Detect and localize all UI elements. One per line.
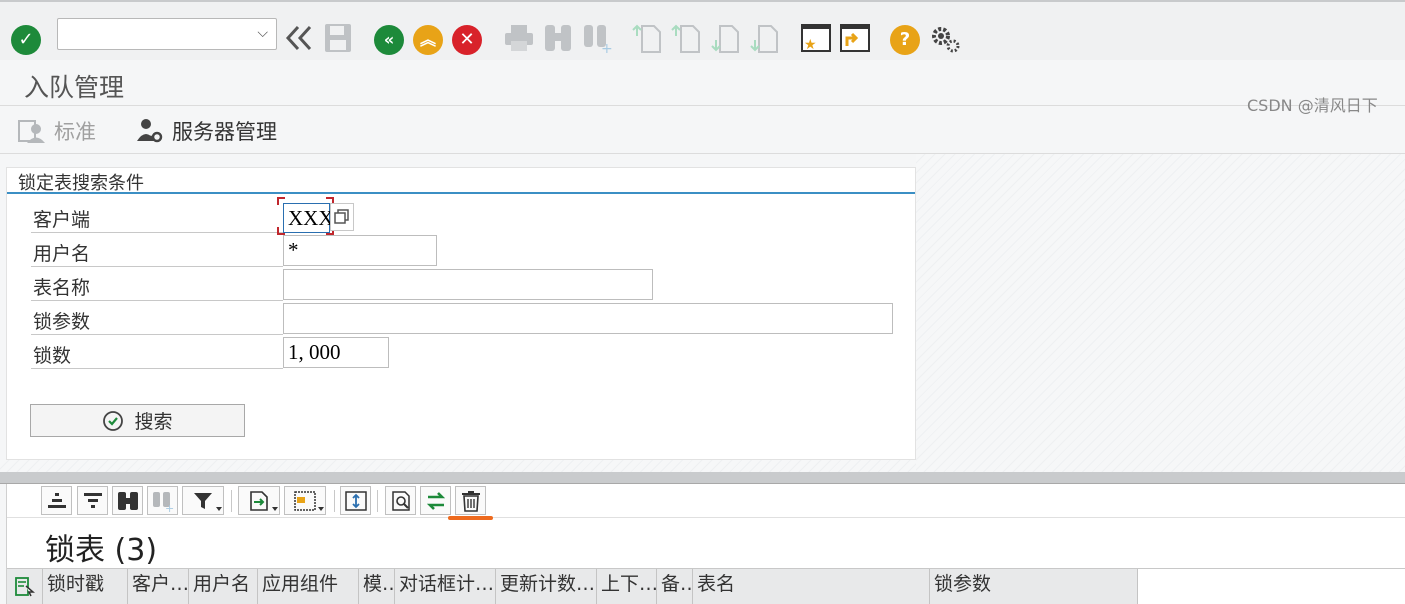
delete-highlight-underline — [448, 516, 493, 520]
standard-user-icon — [18, 118, 46, 144]
table-name-row: 表名称 — [31, 268, 283, 301]
help-icon[interactable]: ? — [890, 22, 920, 58]
column-header[interactable]: 客户… — [128, 569, 189, 604]
server-management-button[interactable]: 服务器管理 — [136, 116, 277, 146]
watermark: CSDN @清风日下 — [1247, 96, 1378, 115]
search-button-label: 搜索 — [134, 411, 173, 433]
svg-text:+: + — [165, 502, 174, 512]
multiple-selection-icon[interactable] — [330, 203, 354, 231]
export-icon[interactable] — [238, 486, 280, 515]
settings-icon[interactable] — [929, 20, 961, 56]
first-page-icon[interactable] — [632, 20, 662, 56]
table-name-label: 表名称 — [33, 277, 91, 299]
select-all-icon[interactable] — [7, 569, 43, 604]
focus-corner-tl — [277, 197, 285, 205]
delete-icon[interactable] — [455, 486, 486, 515]
save-icon[interactable] — [323, 20, 353, 56]
column-header[interactable]: 用户名 — [189, 569, 258, 604]
lock-count-input[interactable]: 1, 000 — [283, 337, 389, 368]
svg-text:★: ★ — [804, 37, 817, 53]
search-button[interactable]: 搜索 — [30, 404, 245, 437]
page-title: 入队管理 — [24, 73, 125, 102]
system-toolbar: ✓ ⌵ « ︽ ✕ + ★ ? — [0, 0, 1405, 60]
alv-toolbar: + — [7, 484, 1405, 520]
grid-header: 锁时戳 客户… 用户名 应用组件 模… 对话框计… 更新计数… 上下… 备… 表… — [7, 568, 1138, 604]
cancel-icon[interactable]: ✕ — [452, 22, 482, 58]
table-name-input[interactable] — [283, 269, 653, 300]
sort-descending-icon[interactable] — [77, 486, 108, 515]
standard-button[interactable]: 标准 — [18, 116, 96, 146]
background-pattern — [916, 154, 1405, 472]
find-icon[interactable] — [542, 20, 574, 56]
title-bar: 入队管理 — [0, 60, 1405, 106]
execute-icon — [102, 410, 124, 432]
next-page-icon[interactable] — [710, 20, 740, 56]
back-icon[interactable]: « — [374, 22, 404, 58]
layout-icon[interactable] — [284, 486, 326, 515]
column-header[interactable]: 更新计数… — [496, 569, 597, 604]
user-label: 用户名 — [33, 243, 91, 265]
shortcut-icon[interactable] — [839, 20, 871, 56]
svg-text:+: + — [601, 41, 613, 53]
column-header[interactable]: 锁参数 — [930, 569, 1138, 604]
sort-ascending-icon[interactable] — [41, 486, 72, 515]
find-next-icon[interactable]: + — [147, 486, 178, 515]
user-key-icon — [136, 117, 164, 145]
client-label: 客户端 — [33, 209, 91, 231]
column-header[interactable]: 对话框计… — [395, 569, 496, 604]
prev-page-icon[interactable] — [671, 20, 701, 56]
find-icon[interactable] — [112, 486, 143, 515]
panel-title: 锁定表搜索条件 — [18, 173, 144, 194]
command-dropdown-icon[interactable]: ⌵ — [257, 25, 268, 41]
user-row: 用户名 — [31, 234, 283, 267]
optimize-width-icon[interactable] — [340, 486, 371, 515]
column-header[interactable]: 备… — [657, 569, 693, 604]
table-title: 锁表 (3) — [45, 533, 158, 568]
last-page-icon[interactable] — [749, 20, 779, 56]
find-next-icon[interactable]: + — [581, 20, 613, 56]
splitter-bar[interactable] — [0, 472, 1405, 484]
lock-count-label: 锁数 — [33, 345, 72, 367]
server-management-label: 服务器管理 — [172, 120, 277, 144]
collapse-icon[interactable] — [284, 20, 314, 56]
application-toolbar: 标准 服务器管理 — [0, 106, 1405, 154]
grid-header-empty — [1138, 568, 1405, 604]
lock-argument-label: 锁参数 — [33, 311, 91, 333]
details-icon[interactable] — [385, 486, 416, 515]
client-row: 客户端 — [31, 200, 283, 233]
column-header[interactable]: 锁时戳 — [43, 569, 128, 604]
column-header[interactable]: 上下… — [597, 569, 657, 604]
client-input[interactable]: XXX — [283, 203, 334, 233]
standard-label: 标准 — [54, 120, 96, 144]
create-session-icon[interactable]: ★ — [800, 20, 832, 56]
refresh-icon[interactable] — [420, 486, 451, 515]
column-header[interactable]: 表名 — [693, 569, 930, 604]
print-icon[interactable] — [503, 20, 535, 56]
column-header[interactable]: 应用组件 — [258, 569, 359, 604]
background-pattern-bottom — [0, 460, 916, 472]
filter-icon[interactable] — [182, 486, 224, 515]
user-input[interactable]: * — [283, 235, 437, 266]
column-header[interactable]: 模… — [359, 569, 395, 604]
results-area: + 锁表 (3) 锁时戳 客户… 用户名 应用组件 模 对话框计… 更新计数… … — [6, 484, 1405, 604]
lock-argument-input[interactable] — [283, 303, 893, 334]
enter-check-icon[interactable]: ✓ — [11, 22, 41, 58]
panel-header: 锁定表搜索条件 — [7, 168, 915, 194]
command-field[interactable]: ⌵ — [57, 18, 277, 50]
lock-table-search-panel: 锁定表搜索条件 客户端 XXX 用户名 * 表名称 锁参数 锁数 1, 000 … — [6, 167, 916, 460]
lock-count-row: 锁数 — [31, 336, 283, 369]
exit-icon[interactable]: ︽ — [413, 22, 443, 58]
lock-argument-row: 锁参数 — [31, 302, 283, 335]
